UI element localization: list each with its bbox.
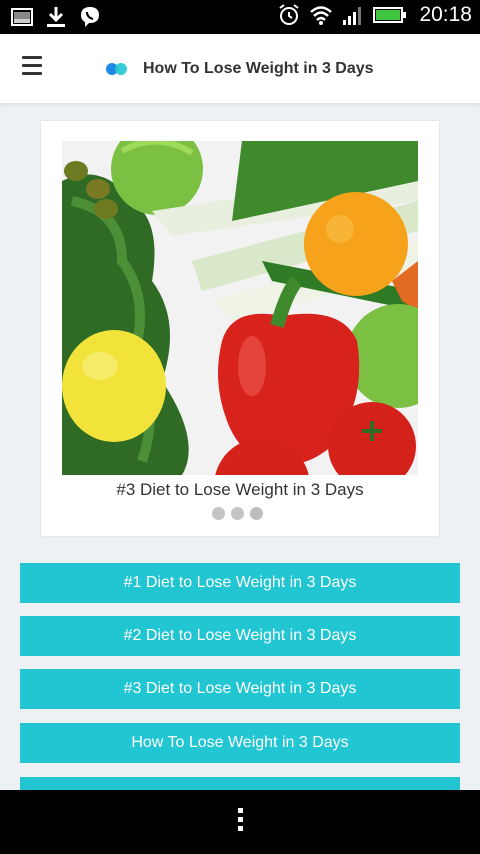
slider-dots	[212, 507, 263, 520]
viber-icon	[81, 7, 99, 27]
slide-caption: #3 Diet to Lose Weight in 3 Days	[116, 480, 364, 499]
diet-2-button[interactable]: #2 Diet to Lose Weight in 3 Days	[20, 616, 460, 656]
slider-dot[interactable]	[212, 507, 225, 520]
alarm-icon	[279, 4, 300, 25]
app-title: How To Lose Weight in 3 Days	[143, 60, 374, 77]
image-icon	[11, 8, 33, 26]
battery-icon	[373, 7, 407, 23]
status-time: 20:18	[419, 3, 472, 26]
slide-image[interactable]: ›	[62, 141, 418, 475]
hamburger-menu-icon[interactable]	[22, 56, 44, 76]
slider-dot-active[interactable]	[250, 507, 263, 520]
diet-1-button[interactable]: #1 Diet to Lose Weight in 3 Days	[20, 563, 460, 603]
overflow-menu-icon[interactable]	[236, 808, 244, 838]
slider-dot[interactable]	[231, 507, 244, 520]
status-bar: 20:18	[0, 0, 480, 34]
system-nav-bar	[0, 790, 480, 854]
signal-icon	[343, 7, 362, 25]
wifi-icon	[310, 6, 333, 25]
app-bar: How To Lose Weight in 3 Days	[0, 34, 480, 104]
how-to-lose-weight-button[interactable]: How To Lose Weight in 3 Days	[20, 723, 460, 763]
diet-3-button[interactable]: #3 Diet to Lose Weight in 3 Days	[20, 669, 460, 709]
download-icon	[47, 7, 65, 27]
app-logo-icon	[106, 63, 127, 75]
image-slider-card: › #3 Diet to Lose Weight in 3 Days	[41, 121, 439, 536]
